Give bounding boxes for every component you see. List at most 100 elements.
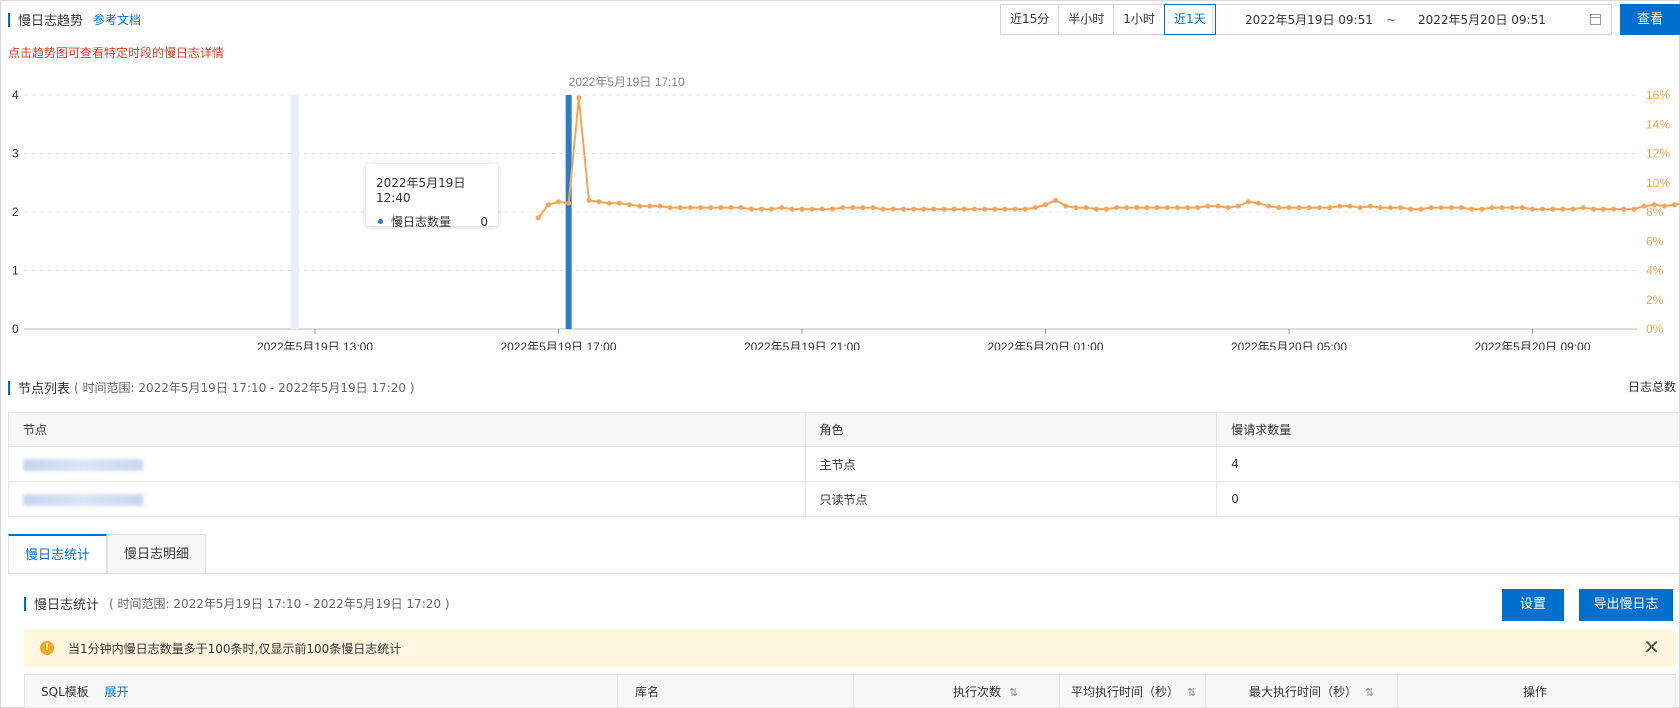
line-series-point <box>1012 206 1018 212</box>
sort-icon[interactable]: ⇅ <box>1009 686 1018 699</box>
date-end[interactable]: 2022年5月20日 09:51 <box>1418 11 1546 28</box>
line-series-point <box>1672 202 1678 208</box>
x-tick-label: 2022年5月19日 17:00 <box>500 340 616 350</box>
tab-slow-log-stats[interactable]: 慢日志统计 <box>8 534 108 574</box>
line-series-point <box>1276 205 1282 211</box>
line-series-point <box>1043 202 1048 208</box>
line-series-point <box>596 199 602 205</box>
y-right-tick-label: 14% <box>1646 117 1670 131</box>
line-series-point <box>1022 206 1028 212</box>
line-series-point <box>1377 205 1383 211</box>
node-id-cell[interactable] <box>8 481 806 517</box>
date-start[interactable]: 2022年5月19日 09:51 <box>1245 11 1373 28</box>
line-series-point <box>1174 205 1180 211</box>
line-series-point <box>1408 206 1414 212</box>
line-series-point <box>1570 206 1576 212</box>
avg-time-label: 平均执行时间（秒） <box>1071 685 1180 699</box>
line-series-point <box>1164 205 1170 211</box>
settings-button[interactable]: 设置 <box>1502 589 1564 621</box>
exec-count-label: 执行次数 <box>953 685 1002 699</box>
line-series-point <box>1124 205 1130 211</box>
query-button[interactable]: 查看 <box>1620 4 1680 35</box>
reference-doc-link[interactable]: 参考文档 <box>93 11 141 28</box>
line-series-point <box>1631 206 1637 212</box>
line-series-point <box>1103 206 1109 212</box>
node-id-cell[interactable] <box>8 446 806 482</box>
col-slow-count: 慢请求数量 <box>1216 412 1680 447</box>
line-series-point <box>1235 203 1241 209</box>
line-series-point <box>1286 205 1292 211</box>
col-avg-time[interactable]: 平均执行时间（秒） ⇅ <box>1071 675 1196 708</box>
range-1day-button[interactable]: 近1天 <box>1163 4 1216 35</box>
export-slow-log-button[interactable]: 导出慢日志 <box>1579 589 1673 621</box>
title-accent-bar <box>8 380 10 395</box>
sort-icon[interactable]: ⇅ <box>1365 686 1374 699</box>
range-1hour-button[interactable]: 1小时 <box>1114 5 1165 34</box>
y-right-tick-label: 10% <box>1646 176 1670 190</box>
line-series-point <box>1398 205 1404 211</box>
col-divider <box>1059 675 1060 708</box>
line-series-point <box>1347 203 1353 209</box>
line-series-point <box>1499 205 1505 211</box>
time-range-group: 近15分 半小时 1小时 近1天 <box>1000 4 1216 35</box>
slow-log-trend-chart[interactable]: 012340%2%4%6%8%10%12%14%16%2022年5月19日 13… <box>0 70 1680 350</box>
date-range-picker[interactable]: 2022年5月19日 09:51 ~ 2022年5月20日 09:51 <box>1212 4 1612 35</box>
line-series-point <box>576 95 582 101</box>
y-right-tick-label: 12% <box>1646 147 1670 161</box>
y-right-tick-label: 2% <box>1646 293 1664 307</box>
calendar-icon[interactable] <box>1590 14 1601 25</box>
line-series-point <box>799 206 805 212</box>
col-divider <box>1205 675 1206 708</box>
close-icon[interactable]: ✕ <box>1643 637 1660 657</box>
sort-icon[interactable]: ⇅ <box>1187 686 1196 699</box>
expand-link[interactable]: 展开 <box>105 685 129 699</box>
col-divider <box>1397 675 1398 708</box>
line-series-point <box>606 200 612 206</box>
line-series-point <box>1032 205 1038 211</box>
line-series-point <box>647 203 653 209</box>
role-cell: 只读节点 <box>804 481 1218 517</box>
x-tick-label: 2022年5月20日 01:00 <box>987 340 1103 350</box>
line-series-point <box>1053 197 1059 203</box>
col-exec-count[interactable]: 执行次数 ⇅ <box>953 675 1018 708</box>
line-series-point <box>687 205 693 211</box>
line-series-point <box>1479 206 1485 212</box>
line-series-point <box>1296 205 1302 211</box>
line-series-point <box>1580 205 1586 211</box>
tooltip-value: 0 <box>480 214 488 229</box>
line-series-point <box>708 205 714 211</box>
line-series-point <box>860 205 866 211</box>
line-series-point <box>1144 205 1150 211</box>
redacted-node-id[interactable] <box>23 458 143 471</box>
line-series-point <box>1489 205 1495 211</box>
line-series-point <box>789 206 795 212</box>
stats-title: 慢日志统计 <box>34 598 100 613</box>
col-max-time[interactable]: 最大执行时间（秒） ⇅ <box>1249 675 1374 708</box>
line-series-point <box>1540 206 1546 212</box>
line-series-point <box>627 202 633 208</box>
line-series-point <box>1530 206 1535 212</box>
col-db-name: 库名 <box>635 685 660 699</box>
line-series-point <box>900 206 906 212</box>
line-series-point <box>1225 205 1231 211</box>
line-series-point <box>971 206 977 212</box>
redacted-node-id[interactable] <box>23 493 143 506</box>
line-series-point <box>1063 203 1069 209</box>
line-series-point <box>1306 205 1312 211</box>
line-series-point <box>1154 205 1160 211</box>
line-series-point <box>1357 205 1363 211</box>
x-tick-label: 2022年5月19日 21:00 <box>744 340 860 350</box>
range-15min-button[interactable]: 近15分 <box>1001 5 1060 34</box>
chart-hint: 点击趋势图可查看特定时段的慢日志详情 <box>8 46 225 60</box>
node-list-header: 节点列表 ( 时间范围: 2022年5月19日 17:10 - 2022年5月1… <box>8 378 415 397</box>
range-30min-button[interactable]: 半小时 <box>1059 5 1115 34</box>
line-series-point <box>677 205 683 211</box>
line-series-point <box>1469 206 1475 212</box>
line-series-point <box>992 206 998 212</box>
y-left-tick-label: 0 <box>12 322 19 336</box>
line-series-point <box>657 203 663 209</box>
tab-slow-log-details[interactable]: 慢日志明细 <box>107 534 207 574</box>
col-role: 角色 <box>804 412 1218 447</box>
line-series-point <box>1256 200 1262 206</box>
line-series-point <box>840 205 846 211</box>
